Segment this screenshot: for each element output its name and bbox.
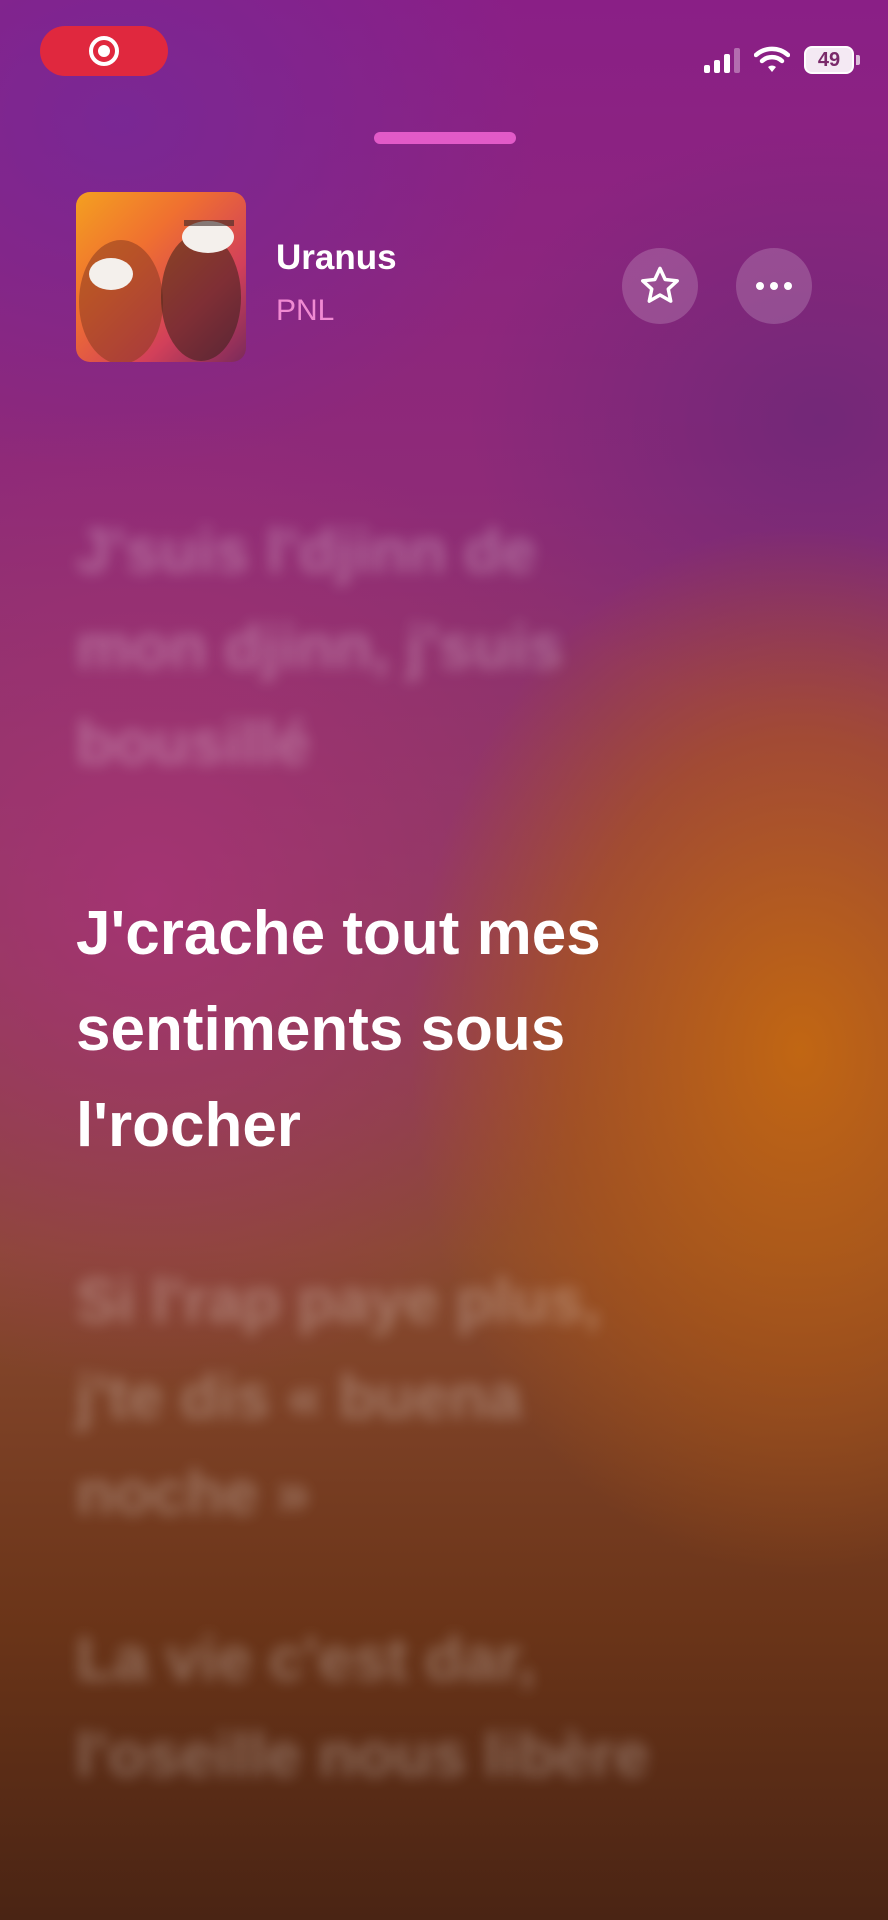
track-title: Uranus	[276, 238, 397, 277]
album-artwork[interactable]	[76, 192, 246, 362]
lyric-line-upcoming[interactable]: Si l'rap paye plus, j'te dis « buena noc…	[76, 1254, 816, 1542]
status-bar: 49	[0, 0, 888, 110]
track-artist[interactable]: PNL	[276, 294, 334, 328]
ellipsis-icon	[756, 282, 792, 290]
screen-recording-icon	[89, 36, 119, 66]
status-icons: 49	[704, 46, 860, 74]
now-playing-header: Uranus PNL	[76, 192, 816, 364]
wifi-icon	[754, 46, 790, 72]
cellular-signal-icon	[704, 47, 740, 73]
screen-recording-indicator[interactable]	[40, 26, 168, 76]
favorite-button[interactable]	[622, 248, 698, 324]
battery-icon: 49	[804, 46, 860, 74]
sheet-grabber[interactable]	[374, 132, 516, 144]
more-options-button[interactable]	[736, 248, 812, 324]
battery-level: 49	[804, 46, 854, 74]
lyric-line-upcoming[interactable]: La vie c'est dar, l'oseille nous libère	[76, 1612, 816, 1804]
lyric-line-current[interactable]: J'crache tout mes sentiments sous l'roch…	[76, 886, 816, 1174]
lyric-line-past[interactable]: J'suis l'djinn de mon djinn, j'suis bous…	[76, 504, 816, 792]
star-icon	[641, 266, 679, 303]
